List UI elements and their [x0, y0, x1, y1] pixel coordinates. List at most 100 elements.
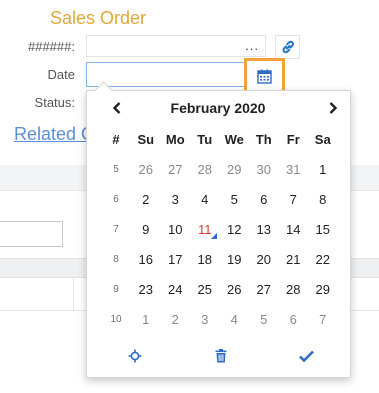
calendar-day-number: 7 — [289, 191, 297, 207]
calendar-day-number: 24 — [168, 281, 183, 297]
calendar-day[interactable]: 23 — [131, 274, 161, 304]
calendar-day[interactable]: 20 — [249, 244, 279, 274]
calendar-day[interactable]: 22 — [308, 244, 338, 274]
calendar-day[interactable]: 7 — [308, 304, 338, 334]
calendar-day[interactable]: 1 — [308, 154, 338, 184]
calendar-day-number: 1 — [142, 311, 150, 327]
week-number: 5 — [113, 163, 119, 175]
calendar-day[interactable]: 15 — [308, 214, 338, 244]
calendar-day[interactable]: 26 — [131, 154, 161, 184]
calendar-day[interactable]: 21 — [279, 244, 309, 274]
calendar-day[interactable]: 30 — [249, 154, 279, 184]
calendar-day-number: 3 — [201, 311, 209, 327]
calendar-day[interactable]: 5 — [220, 184, 250, 214]
calendar-button[interactable] — [244, 58, 285, 94]
date-label: Date — [47, 67, 75, 82]
calendar-day[interactable]: 17 — [161, 244, 191, 274]
ok-button[interactable] — [292, 345, 320, 367]
weekday-header: Mo — [165, 131, 185, 147]
calendar-day[interactable]: 10 — [161, 214, 191, 244]
week-number-header: # — [112, 131, 120, 147]
now-button[interactable] — [121, 345, 149, 367]
grid-column-divider — [73, 278, 74, 311]
calendar-day[interactable]: 4 — [190, 184, 220, 214]
calendar-day-number: 17 — [168, 251, 183, 267]
chevron-left-icon — [112, 102, 121, 114]
calendar-week-row: 7 9 10 11 12 13 14 15 — [101, 214, 338, 244]
calendar-day[interactable]: 6 — [249, 184, 279, 214]
weekday-header: We — [224, 131, 244, 147]
datepicker-popup: February 2020 # Su Mo Tu We Th Fr Sa 5 26 27 28 29 3… — [86, 90, 351, 378]
prev-month-button[interactable] — [105, 97, 129, 119]
calendar-day[interactable]: 26 — [220, 274, 250, 304]
calendar-day-number: 6 — [260, 191, 268, 207]
number-lookup-dots[interactable]: ... — [245, 38, 259, 53]
calendar-day[interactable]: 29 — [220, 154, 250, 184]
number-field[interactable]: ... — [86, 35, 266, 57]
calendar-day-number: 26 — [138, 161, 153, 177]
calendar-week-row: 5 26 27 28 29 30 31 1 — [101, 154, 338, 184]
calendar-day[interactable]: 19 — [220, 244, 250, 274]
calendar-day[interactable]: 18 — [190, 244, 220, 274]
form-title: Sales Order — [50, 8, 147, 28]
calendar-day[interactable]: 25 — [190, 274, 220, 304]
calendar-day[interactable]: 12 — [220, 214, 250, 244]
link-icon — [282, 40, 294, 54]
weekday-header: Sa — [314, 131, 331, 147]
calendar-grid: # Su Mo Tu We Th Fr Sa 5 26 27 28 29 30 31 1 6 2 3 4 5 6 7 8 7 9… — [101, 124, 338, 334]
calendar-day[interactable]: 27 — [161, 154, 191, 184]
calendar-day-number: 10 — [168, 221, 183, 237]
calendar-day[interactable]: 8 — [308, 184, 338, 214]
calendar-icon — [257, 69, 272, 84]
calendar-day-number: 2 — [171, 311, 179, 327]
calendar-day[interactable]: 13 — [249, 214, 279, 244]
date-input[interactable] — [86, 62, 262, 87]
calendar-day[interactable]: 28 — [190, 154, 220, 184]
calendar-day[interactable]: 4 — [220, 304, 250, 334]
calendar-day[interactable]: 7 — [279, 184, 309, 214]
calendar-day[interactable]: 9 — [131, 214, 161, 244]
calendar-day[interactable]: 1 — [131, 304, 161, 334]
calendar-day-number: 28 — [197, 161, 212, 177]
calendar-day-number: 15 — [315, 221, 330, 237]
calendar-day-number: 7 — [319, 311, 327, 327]
calendar-day-number: 13 — [256, 221, 271, 237]
calendar-day-number: 14 — [286, 221, 301, 237]
calendar-day-number: 16 — [138, 251, 153, 267]
calendar-week-row: 6 2 3 4 5 6 7 8 — [101, 184, 338, 214]
calendar-day[interactable]: 2 — [131, 184, 161, 214]
calendar-day[interactable]: 6 — [279, 304, 309, 334]
calendar-day[interactable]: 14 — [279, 214, 309, 244]
link-button[interactable] — [275, 35, 300, 59]
calendar-day[interactable]: 16 — [131, 244, 161, 274]
calendar-day[interactable]: 2 — [161, 304, 191, 334]
calendar-day-number: 9 — [142, 221, 150, 237]
grid-filter-input[interactable] — [0, 221, 63, 247]
month-title[interactable]: February 2020 — [137, 100, 299, 116]
number-label: ######: — [28, 39, 75, 54]
calendar-day-number: 11 — [198, 221, 212, 237]
related-link[interactable]: Related C — [14, 124, 94, 145]
calendar-day[interactable]: 3 — [190, 304, 220, 334]
week-number: 9 — [113, 283, 119, 295]
calendar-day-number: 4 — [201, 191, 209, 207]
calendar-day[interactable]: 28 — [279, 274, 309, 304]
calendar-day[interactable]: 31 — [279, 154, 309, 184]
chevron-right-icon — [329, 102, 338, 114]
trash-icon — [215, 349, 227, 363]
clear-button[interactable] — [207, 345, 235, 367]
calendar-day[interactable]: 24 — [161, 274, 191, 304]
calendar-day-number: 28 — [286, 281, 301, 297]
calendar-day-number: 18 — [197, 251, 212, 267]
calendar-day[interactable]: 5 — [249, 304, 279, 334]
calendar-day[interactable]: 29 — [308, 274, 338, 304]
calendar-day-today[interactable]: 11 — [190, 214, 220, 244]
calendar-day-number: 23 — [138, 281, 153, 297]
today-indicator — [210, 233, 217, 239]
calendar-day[interactable]: 3 — [161, 184, 191, 214]
week-number: 8 — [113, 253, 119, 265]
next-month-button[interactable] — [321, 97, 345, 119]
calendar-day-number: 19 — [227, 251, 242, 267]
calendar-day[interactable]: 27 — [249, 274, 279, 304]
calendar-week-row: 10 1 2 3 4 5 6 7 — [101, 304, 338, 334]
